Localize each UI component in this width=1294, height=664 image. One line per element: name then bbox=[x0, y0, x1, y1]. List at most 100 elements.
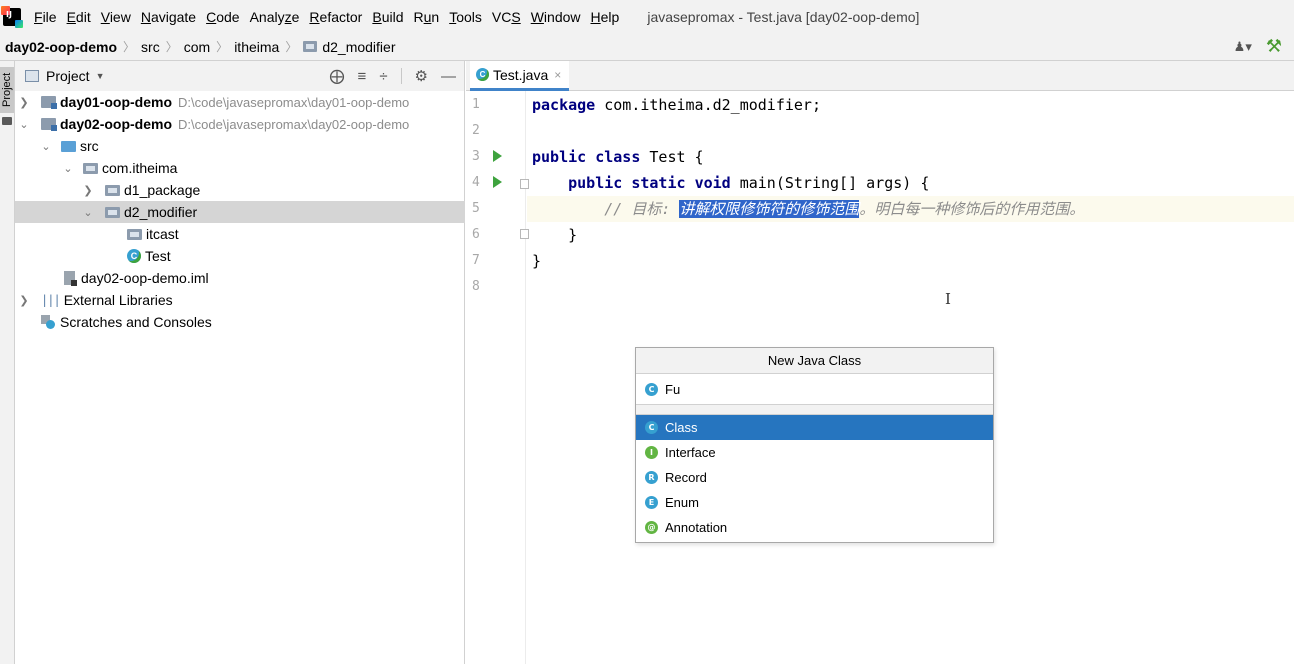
breadcrumb-itheima[interactable]: itheima bbox=[234, 39, 279, 55]
breadcrumb-separator-icon: 〉 bbox=[285, 40, 298, 54]
build-hammer-icon[interactable]: ⚒ bbox=[1266, 36, 1282, 57]
tree-item-day02-oop-demo[interactable]: ⌄ day02-oop-demo D:\code\javasepromax\da… bbox=[15, 113, 465, 135]
tree-item-path: D:\code\javasepromax\day02-oop-demo bbox=[178, 116, 410, 132]
new-java-class-popup: New Java Class C Fu C Class I Interface … bbox=[635, 347, 994, 543]
menu-navigate[interactable]: Navigate bbox=[137, 9, 200, 25]
menu-run[interactable]: Run bbox=[410, 9, 444, 25]
structure-folder-icon[interactable] bbox=[2, 117, 12, 125]
line-number: 8 bbox=[472, 279, 480, 294]
tree-item-day01-oop-demo[interactable]: ❯ day01-oop-demo D:\code\javasepromax\da… bbox=[15, 91, 465, 113]
kind-option-label: Interface bbox=[665, 445, 716, 460]
project-tool-window-tab[interactable]: Project bbox=[0, 67, 14, 113]
menu-edit[interactable]: Edit bbox=[63, 9, 95, 25]
menu-file[interactable]: File bbox=[30, 9, 61, 25]
class-kind-icon: C bbox=[645, 421, 658, 434]
java-class-icon: C bbox=[476, 68, 489, 81]
tree-item-label: com.itheima bbox=[102, 160, 178, 176]
kind-option-label: Class bbox=[665, 420, 698, 435]
popup-title: New Java Class bbox=[636, 348, 993, 374]
tree-item-com-itheima[interactable]: ⌄ com.itheima bbox=[15, 157, 465, 179]
tree-item-label: d1_package bbox=[124, 182, 201, 198]
chevron-down-icon[interactable]: ⌄ bbox=[39, 140, 53, 153]
breadcrumb-src[interactable]: src bbox=[141, 39, 160, 55]
tree-item-label: src bbox=[80, 138, 99, 154]
tree-item-path: D:\code\javasepromax\day01-oop-demo bbox=[178, 94, 410, 110]
tree-item-iml[interactable]: day02-oop-demo.iml bbox=[15, 267, 465, 289]
tree-item-label: day01-oop-demo bbox=[60, 94, 173, 110]
package-folder-icon bbox=[105, 206, 120, 218]
tab-test-java[interactable]: C Test.java × bbox=[470, 61, 570, 91]
chevron-down-icon[interactable]: ⌄ bbox=[81, 206, 95, 219]
iml-file-icon bbox=[64, 271, 77, 286]
tree-item-itcast[interactable]: itcast bbox=[15, 223, 465, 245]
chevron-down-icon[interactable]: ⌄ bbox=[61, 162, 75, 175]
tree-item-label: Scratches and Consoles bbox=[60, 314, 212, 330]
navigation-bar: day02-oop-demo 〉 src 〉 com 〉 itheima 〉 d… bbox=[0, 33, 1294, 61]
tree-item-d2-modifier[interactable]: ⌄ d2_modifier bbox=[15, 201, 465, 223]
chevron-right-icon[interactable]: ❯ bbox=[17, 294, 31, 307]
tree-item-test[interactable]: C Test bbox=[15, 245, 465, 267]
hide-panel-icon[interactable]: — bbox=[441, 68, 456, 85]
chevron-down-icon[interactable]: ⌄ bbox=[17, 118, 31, 131]
chevron-right-icon[interactable]: ❯ bbox=[17, 96, 31, 109]
tab-label: Test.java bbox=[493, 66, 549, 83]
run-class-icon[interactable] bbox=[493, 150, 502, 162]
package-folder-icon bbox=[127, 228, 142, 240]
menu-build[interactable]: Build bbox=[368, 9, 407, 25]
breadcrumb-separator-icon: 〉 bbox=[165, 40, 178, 54]
tree-item-label: day02-oop-demo.iml bbox=[81, 270, 209, 286]
project-panel-title[interactable]: Project bbox=[46, 68, 90, 84]
gear-icon[interactable]: ⚙ bbox=[415, 67, 428, 85]
menu-help[interactable]: Help bbox=[587, 9, 624, 25]
project-tab-label: Project bbox=[1, 72, 13, 107]
chevron-right-icon[interactable]: ❯ bbox=[81, 184, 95, 197]
collapse-all-icon[interactable]: ÷ bbox=[379, 68, 387, 85]
project-panel: Project ▼ ⨁ ≡ ÷ ⚙ — ❯ day01-oop-demo D:\… bbox=[15, 61, 465, 664]
run-main-icon[interactable] bbox=[493, 176, 502, 188]
menu-analyze[interactable]: Analyze bbox=[246, 9, 304, 25]
code-line-6: } bbox=[532, 226, 578, 244]
tree-item-src[interactable]: ⌄ src bbox=[15, 135, 465, 157]
toolbar-divider bbox=[400, 68, 402, 84]
kind-option-class[interactable]: C Class bbox=[636, 415, 993, 440]
code-line-5: // 目标: 讲解权限修饰符的修饰范围。明白每一种修饰后的作用范围。 bbox=[527, 196, 1294, 222]
menu-vcs[interactable]: VCS bbox=[488, 9, 525, 25]
breadcrumb-com[interactable]: com bbox=[184, 39, 210, 55]
tree-item-scratches[interactable]: Scratches and Consoles bbox=[15, 311, 465, 333]
code-line-4: public static void main(String[] args) { bbox=[568, 174, 930, 192]
tree-item-label: External Libraries bbox=[63, 292, 173, 308]
menu-tools[interactable]: Tools bbox=[445, 9, 486, 25]
kind-option-record[interactable]: R Record bbox=[636, 465, 993, 490]
breadcrumb-d2-modifier[interactable]: d2_modifier bbox=[322, 39, 395, 55]
class-name-input[interactable]: C Fu bbox=[636, 374, 993, 405]
code-line-1: package com.itheima.d2_modifier; bbox=[532, 96, 821, 114]
line-number: 6 bbox=[472, 227, 480, 242]
expand-all-icon[interactable]: ≡ bbox=[358, 68, 367, 85]
chevron-down-icon[interactable]: ▼ bbox=[96, 71, 105, 81]
menu-refactor[interactable]: Refactor bbox=[305, 9, 366, 25]
module-icon bbox=[41, 96, 57, 109]
line-number: 3 bbox=[472, 149, 480, 164]
tree-item-external-libraries[interactable]: ❯ ||| External Libraries bbox=[15, 289, 465, 311]
menu-code[interactable]: Code bbox=[202, 9, 243, 25]
line-number: 5 bbox=[472, 201, 480, 216]
menu-view[interactable]: View bbox=[97, 9, 135, 25]
kind-option-annotation[interactable]: @ Annotation bbox=[636, 515, 993, 540]
kind-option-interface[interactable]: I Interface bbox=[636, 440, 993, 465]
close-icon[interactable]: × bbox=[554, 68, 561, 82]
menu-window[interactable]: Window bbox=[527, 9, 585, 25]
user-account-icon[interactable]: ♟▾ bbox=[1234, 39, 1252, 55]
breadcrumb-project[interactable]: day02-oop-demo bbox=[5, 39, 117, 55]
tree-item-d1-package[interactable]: ❯ d1_package bbox=[15, 179, 465, 201]
project-panel-header: Project ▼ ⨁ ≡ ÷ ⚙ — bbox=[15, 61, 464, 91]
breadcrumb-separator-icon: 〉 bbox=[123, 40, 136, 54]
nav-toolbar: ♟▾ ⚒ bbox=[1234, 36, 1294, 57]
class-name-value: Fu bbox=[665, 381, 681, 397]
kind-option-enum[interactable]: E Enum bbox=[636, 490, 993, 515]
editor-gutter: 1 2 3 4 5 6 7 8 bbox=[466, 91, 529, 664]
ibeam-cursor-icon: I bbox=[945, 290, 951, 308]
popup-divider bbox=[636, 405, 993, 415]
locate-target-icon[interactable]: ⨁ bbox=[330, 67, 345, 85]
